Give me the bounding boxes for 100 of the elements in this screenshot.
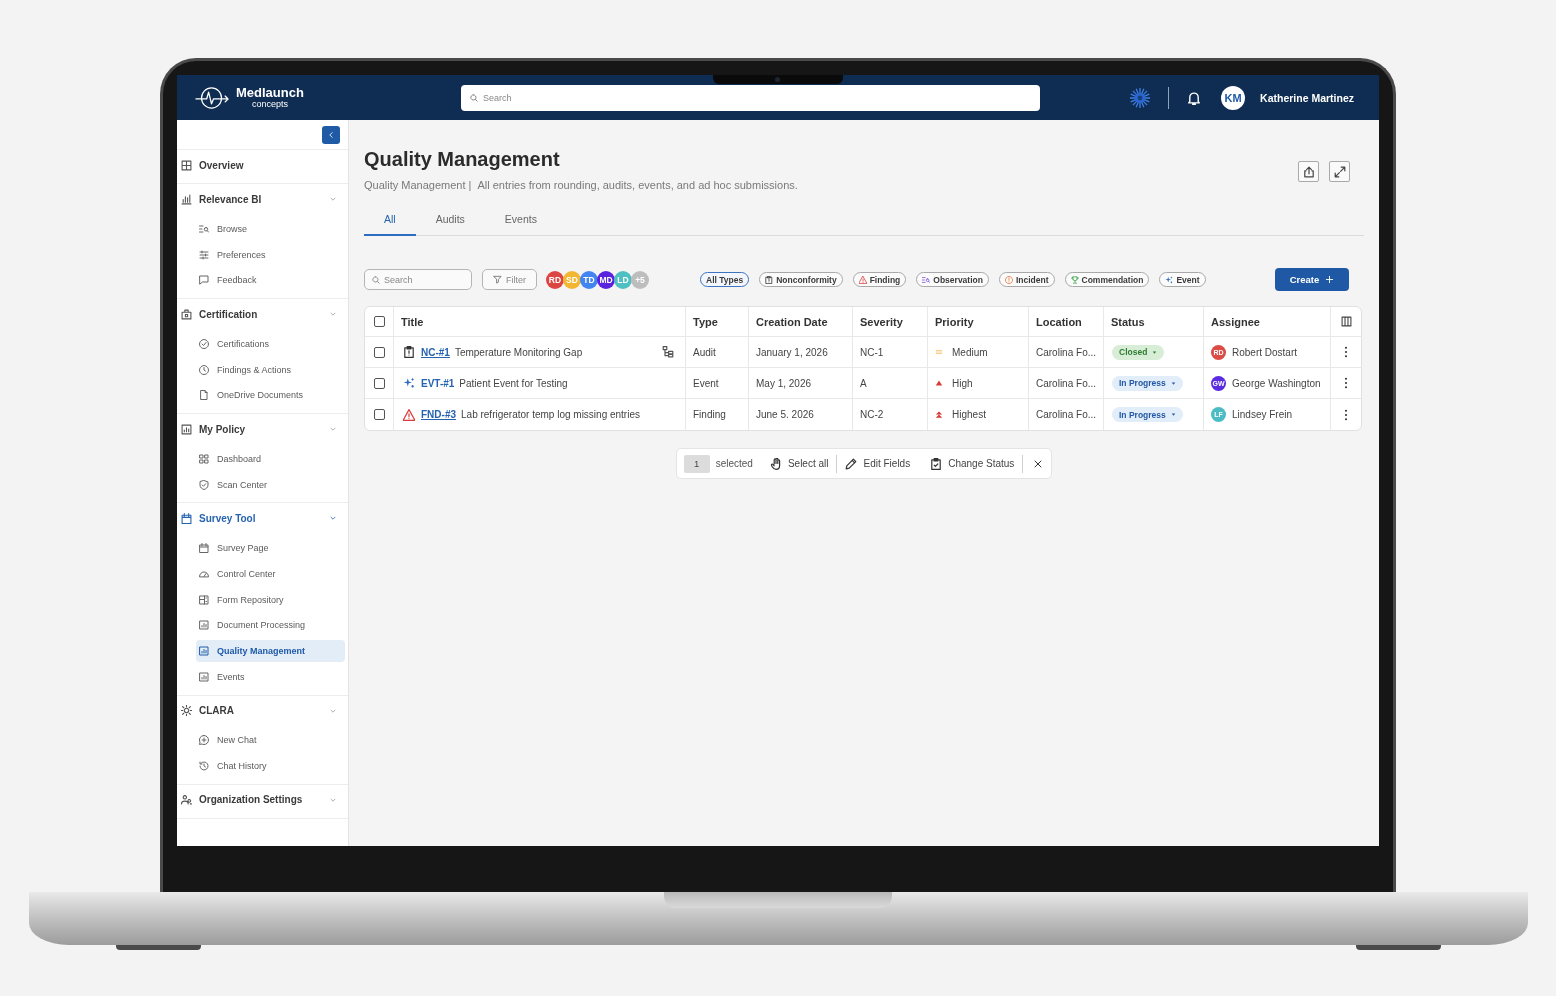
bell-icon[interactable] xyxy=(1187,90,1202,105)
person-avatar[interactable]: TD xyxy=(580,270,598,289)
column-header: Assignee xyxy=(1204,307,1331,337)
starburst-icon[interactable] xyxy=(1129,86,1152,109)
sidebar-group[interactable]: My Policy xyxy=(177,414,348,444)
calendar-icon xyxy=(199,543,209,553)
entry-link[interactable]: EVT-#1 xyxy=(421,377,455,389)
create-button[interactable]: Create xyxy=(1275,268,1349,291)
person-avatar[interactable]: MD xyxy=(597,270,615,289)
search-input[interactable]: Search xyxy=(483,89,1040,106)
sidebar-item[interactable]: Scan Center xyxy=(196,473,345,496)
pencil-icon xyxy=(845,457,858,470)
sidebar-item[interactable]: New Chat xyxy=(196,729,345,752)
sidebar-item[interactable]: Findings & Actions xyxy=(196,358,345,381)
select-all-button[interactable]: Select all xyxy=(769,457,829,470)
sidebar-group[interactable]: Relevance BI xyxy=(177,184,348,214)
document-icon xyxy=(199,390,209,401)
column-header: Title xyxy=(394,307,686,337)
expand-button[interactable] xyxy=(1329,161,1350,182)
filter-button[interactable]: Filter xyxy=(482,269,537,290)
sidebar-group[interactable]: Organization Settings xyxy=(177,784,348,815)
sidebar-item[interactable]: OneDrive Documents xyxy=(196,384,345,407)
sidebar-group[interactable]: Certification xyxy=(177,299,348,329)
chart-icon xyxy=(199,620,209,631)
share-button[interactable] xyxy=(1298,161,1319,182)
caret-icon xyxy=(1170,380,1176,386)
type-filter[interactable]: Finding xyxy=(852,272,907,287)
collapse-button[interactable] xyxy=(322,125,340,144)
person-avatar[interactable]: RD xyxy=(546,270,564,289)
sidebar-item[interactable]: Chat History xyxy=(196,755,345,777)
sidebar-item[interactable]: Form Repository xyxy=(196,588,345,611)
select-all-checkbox[interactable] xyxy=(373,316,385,327)
speech-bubble-icon xyxy=(199,275,209,286)
tab[interactable]: Events xyxy=(484,203,557,236)
search-field[interactable]: Search xyxy=(364,269,472,290)
sidebar-item[interactable]: Quality Management xyxy=(196,640,345,662)
tiles-icon xyxy=(199,453,209,464)
chevron-down-icon[interactable] xyxy=(329,514,337,523)
type-filter[interactable]: Incident xyxy=(998,272,1055,287)
sidebar-item[interactable]: Browse xyxy=(196,217,345,240)
hierarchy-icon[interactable] xyxy=(662,346,674,358)
sidebar-item[interactable]: Dashboard xyxy=(196,447,345,470)
list-search-icon xyxy=(922,275,931,284)
user-name: Katherine Martinez xyxy=(1260,91,1354,104)
columns-icon[interactable] xyxy=(1340,316,1352,327)
table-cell: NC-2 xyxy=(853,399,928,430)
caret-icon xyxy=(1152,349,1158,355)
sidebar-item[interactable]: Certifications xyxy=(196,332,345,355)
column-header: Priority xyxy=(928,307,1029,337)
logo-icon xyxy=(195,85,230,110)
sidebar-item[interactable]: Control Center xyxy=(196,562,345,585)
type-filter[interactable]: Commendation xyxy=(1064,272,1150,287)
pointer-hand-icon xyxy=(769,457,782,470)
sidebar-item[interactable]: Feedback xyxy=(196,269,345,292)
sliders-icon xyxy=(199,249,209,260)
type-filter[interactable]: Nonconformity xyxy=(759,272,843,287)
type-filter[interactable]: Event xyxy=(1159,272,1206,287)
table-cell: Carolina Fo... xyxy=(1029,337,1104,368)
grid-icon xyxy=(181,159,192,171)
type-filter[interactable]: All Types xyxy=(700,272,750,287)
assignee-name: George Washington xyxy=(1232,377,1321,389)
status-dropdown[interactable]: In Progress xyxy=(1112,407,1183,422)
triangle-up-icon xyxy=(935,379,943,387)
page-description: All entries from rounding, audits, events, and ad hoc submissions. xyxy=(477,178,798,192)
entry-title: Temperature Monitoring Gap xyxy=(454,346,583,358)
entry-link[interactable]: NC-#1 xyxy=(421,346,450,358)
search-icon xyxy=(372,275,380,284)
shield-check-icon xyxy=(199,479,209,490)
assignee-name: Lindsey Frein xyxy=(1232,409,1293,420)
search-field[interactable]: Search xyxy=(461,84,1040,111)
sparkle-icon xyxy=(403,377,415,389)
edit-fields-button[interactable]: Edit Fields xyxy=(845,457,911,470)
status-dropdown[interactable]: In Progress xyxy=(1112,375,1183,391)
logo-name: Medlaunch xyxy=(236,86,304,99)
tab[interactable]: Audits xyxy=(415,203,485,236)
sidebar-item[interactable]: Events xyxy=(196,665,345,688)
breadcrumb: Quality Management | xyxy=(364,178,472,192)
sidebar-group[interactable]: Overview xyxy=(177,150,348,180)
close-button[interactable] xyxy=(1033,458,1044,469)
sidebar-item[interactable]: Survey Page xyxy=(196,537,345,559)
calendar-icon xyxy=(181,512,192,524)
sidebar-group[interactable]: Survey Tool xyxy=(177,503,348,534)
logo-tagline: concepts xyxy=(251,99,288,109)
status-dropdown[interactable]: Closed xyxy=(1112,344,1165,360)
sidebar-group[interactable]: CLARA xyxy=(177,695,348,726)
change-status-button[interactable]: Change Status xyxy=(930,457,1015,470)
row-checkbox[interactable] xyxy=(373,346,385,358)
expand-icon xyxy=(1333,165,1346,178)
row-checkbox[interactable] xyxy=(373,377,385,389)
type-filter[interactable]: Observation xyxy=(916,272,989,287)
search-input[interactable]: Search xyxy=(384,272,468,287)
row-checkbox[interactable] xyxy=(373,409,385,420)
user-avatar[interactable]: KM xyxy=(1221,85,1246,110)
warning-triangle-icon xyxy=(403,408,415,421)
sidebar-item[interactable]: Preferences xyxy=(196,243,345,266)
sidebar-item[interactable]: Document Processing xyxy=(196,614,345,637)
tab[interactable]: All xyxy=(364,203,416,236)
table-cell: January 1, 2026 xyxy=(749,337,853,368)
caret-icon xyxy=(1170,412,1176,417)
entry-link[interactable]: FND-#3 xyxy=(421,409,456,420)
